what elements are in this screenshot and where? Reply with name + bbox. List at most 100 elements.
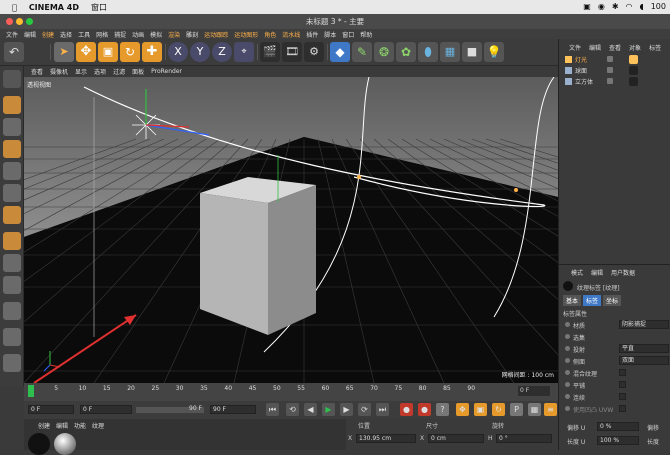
object-tag-icon[interactable] [629, 66, 638, 75]
attribute-tab[interactable]: 编辑 [591, 268, 603, 277]
status-icon-2[interactable]: ◉ [598, 2, 605, 11]
make-editable-icon[interactable] [3, 70, 21, 88]
grid-lock-icon[interactable] [3, 328, 21, 346]
keyframe-selection-icon[interactable]: ? [436, 403, 449, 416]
menu-item[interactable]: 运动图形 [234, 30, 258, 39]
timeline-frame-field[interactable]: 0 F [518, 386, 550, 396]
menu-item[interactable]: 帮助 [360, 30, 372, 39]
attribute-tab[interactable]: 模式 [571, 268, 583, 277]
animation-dot[interactable] [565, 406, 570, 411]
start-frame-field[interactable]: 0 F [28, 405, 74, 414]
spline-point[interactable] [514, 188, 518, 192]
wifi-icon[interactable]: ◠ [626, 2, 633, 11]
auto-key-icon[interactable]: ● [418, 403, 431, 416]
y-axis-icon[interactable]: Y [190, 42, 210, 62]
menu-item[interactable]: 动画 [132, 30, 144, 39]
material-tab[interactable]: 编辑 [56, 421, 68, 430]
attribute-value-field[interactable]: 双面 [619, 356, 669, 365]
play-icon[interactable]: ▶ [322, 403, 335, 416]
animation-dot[interactable] [565, 322, 570, 327]
subdivision-icon[interactable]: ❂ [374, 42, 394, 62]
menu-item[interactable]: 捕捉 [114, 30, 126, 39]
current-frame-field[interactable]: 0 F [80, 405, 132, 414]
undo-icon[interactable]: ↶ [4, 42, 24, 62]
next-key-icon[interactable]: ⟳ [358, 403, 371, 416]
close-window-button[interactable] [6, 18, 13, 25]
object-tag-icon[interactable] [629, 77, 638, 86]
object-list-item[interactable]: 灯光 [563, 55, 667, 65]
spline-point[interactable] [357, 175, 361, 179]
rotate-tool-icon[interactable]: ↻ [120, 42, 140, 62]
render-settings-icon[interactable]: ⚙ [304, 42, 324, 62]
camera-icon[interactable]: ■ [462, 42, 482, 62]
playhead[interactable] [28, 385, 34, 397]
end-frame-field[interactable]: 90 F [154, 405, 204, 414]
key-rotation-icon[interactable]: ↻ [492, 403, 505, 416]
viewport-menu-item[interactable]: 选项 [94, 67, 106, 76]
material-ball-2[interactable] [54, 433, 76, 455]
key-pla-icon[interactable]: ▦ [528, 403, 541, 416]
move-tool-icon[interactable]: ✥ [76, 42, 96, 62]
attribute-subtab[interactable]: 标签 [583, 295, 602, 306]
timeline-window-icon[interactable]: ≡ [544, 403, 557, 416]
go-to-start-icon[interactable]: ⏮ [266, 403, 279, 416]
previous-key-icon[interactable]: ⟲ [286, 403, 299, 416]
deformer-icon[interactable]: ⬮ [418, 42, 438, 62]
record-icon[interactable]: ● [400, 403, 413, 416]
menu-item[interactable]: 选择 [60, 30, 72, 39]
visibility-toggle[interactable] [607, 67, 613, 73]
floor-icon[interactable]: ▦ [440, 42, 460, 62]
attribute-subtab[interactable]: 坐标 [603, 295, 622, 306]
viewport-menu-item[interactable]: 摄像机 [50, 67, 68, 76]
material-tab[interactable]: 功能 [74, 421, 86, 430]
menu-item[interactable]: 脚本 [324, 30, 336, 39]
previous-frame-icon[interactable]: ◀ [304, 403, 317, 416]
attribute-checkbox[interactable] [619, 393, 626, 400]
points-mode-icon[interactable] [3, 162, 21, 180]
attribute-checkbox[interactable] [619, 381, 626, 388]
axis-mode-icon[interactable] [3, 232, 21, 250]
viewport-menu-item[interactable]: 面板 [132, 67, 144, 76]
menu-item[interactable]: 工具 [78, 30, 90, 39]
viewport-menu-item[interactable]: 查看 [31, 67, 43, 76]
go-to-end-icon[interactable]: ⏭ [376, 403, 389, 416]
cube-object[interactable] [200, 177, 316, 335]
menu-item[interactable]: 流水线 [282, 30, 300, 39]
object-tag-icon[interactable] [629, 55, 638, 64]
animation-dot[interactable] [565, 358, 570, 363]
x-position-field[interactable]: 130.95 cm [356, 434, 416, 443]
snap-icon[interactable] [3, 276, 21, 294]
key-position-icon[interactable]: ✥ [456, 403, 469, 416]
app-name[interactable]: CINEMA 4D [29, 3, 79, 12]
key-param-icon[interactable]: P [510, 403, 523, 416]
mac-menu-window[interactable]: 窗口 [91, 2, 107, 13]
material-tab[interactable]: 纹理 [92, 421, 104, 430]
x-axis-icon[interactable]: X [168, 42, 188, 62]
attribute-checkbox[interactable] [619, 369, 626, 376]
menu-item[interactable]: 运动跟踪 [204, 30, 228, 39]
z-axis-icon[interactable]: Z [212, 42, 232, 62]
h-rotation-field[interactable]: 0 ° [496, 434, 552, 443]
menu-item[interactable]: 模拟 [150, 30, 162, 39]
light-icon[interactable]: 💡 [484, 42, 504, 62]
workplane-icon[interactable] [3, 140, 21, 158]
render-to-picture-viewer-icon[interactable]: 🎞 [282, 42, 302, 62]
material-ball-1[interactable] [28, 433, 50, 455]
status-icon-1[interactable]: ▣ [583, 2, 591, 11]
menu-item[interactable]: 文件 [6, 30, 18, 39]
visibility-toggle[interactable] [607, 78, 613, 84]
menu-item[interactable]: 插件 [306, 30, 318, 39]
volume-icon[interactable]: ◖ [640, 2, 644, 11]
cube-icon[interactable]: ◆ [330, 42, 350, 62]
solo-icon[interactable] [3, 354, 21, 372]
viewport-menu-item[interactable]: ProRender [151, 68, 182, 75]
menu-item[interactable]: 角色 [264, 30, 276, 39]
next-frame-icon[interactable]: ▶ [340, 403, 353, 416]
offset-u-field[interactable]: 0 % [597, 422, 639, 431]
scale-tool-icon[interactable]: ▣ [98, 42, 118, 62]
attribute-checkbox[interactable] [619, 405, 626, 412]
length-u-field[interactable]: 100 % [597, 436, 639, 445]
perspective-viewport[interactable]: 透视视图 网格间距 : 100 cm ✥ ⊕ ◎ ▢ [24, 77, 558, 383]
attribute-subtab[interactable]: 基本 [563, 295, 582, 306]
pen-spline-icon[interactable]: ✎ [352, 42, 372, 62]
